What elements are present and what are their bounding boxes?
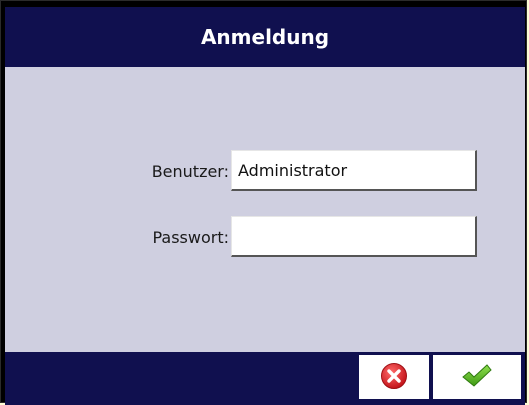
password-row: Passwort: — [5, 216, 525, 260]
dialog-titlebar: Anmeldung — [5, 7, 525, 67]
password-label: Passwort: — [152, 228, 229, 247]
login-dialog: Anmeldung Benutzer: Passwort: — [5, 7, 525, 405]
close-icon — [380, 362, 408, 393]
user-label: Benutzer: — [151, 162, 229, 181]
dialog-title: Anmeldung — [200, 25, 330, 49]
password-field[interactable] — [231, 216, 477, 257]
check-icon — [460, 362, 494, 393]
screen-frame: Anmeldung Benutzer: Passwort: — [0, 0, 527, 405]
user-row: Benutzer: — [5, 150, 525, 194]
user-field[interactable] — [231, 150, 477, 191]
cancel-button[interactable] — [359, 355, 429, 399]
action-bar — [5, 352, 525, 405]
ok-button[interactable] — [433, 355, 521, 399]
